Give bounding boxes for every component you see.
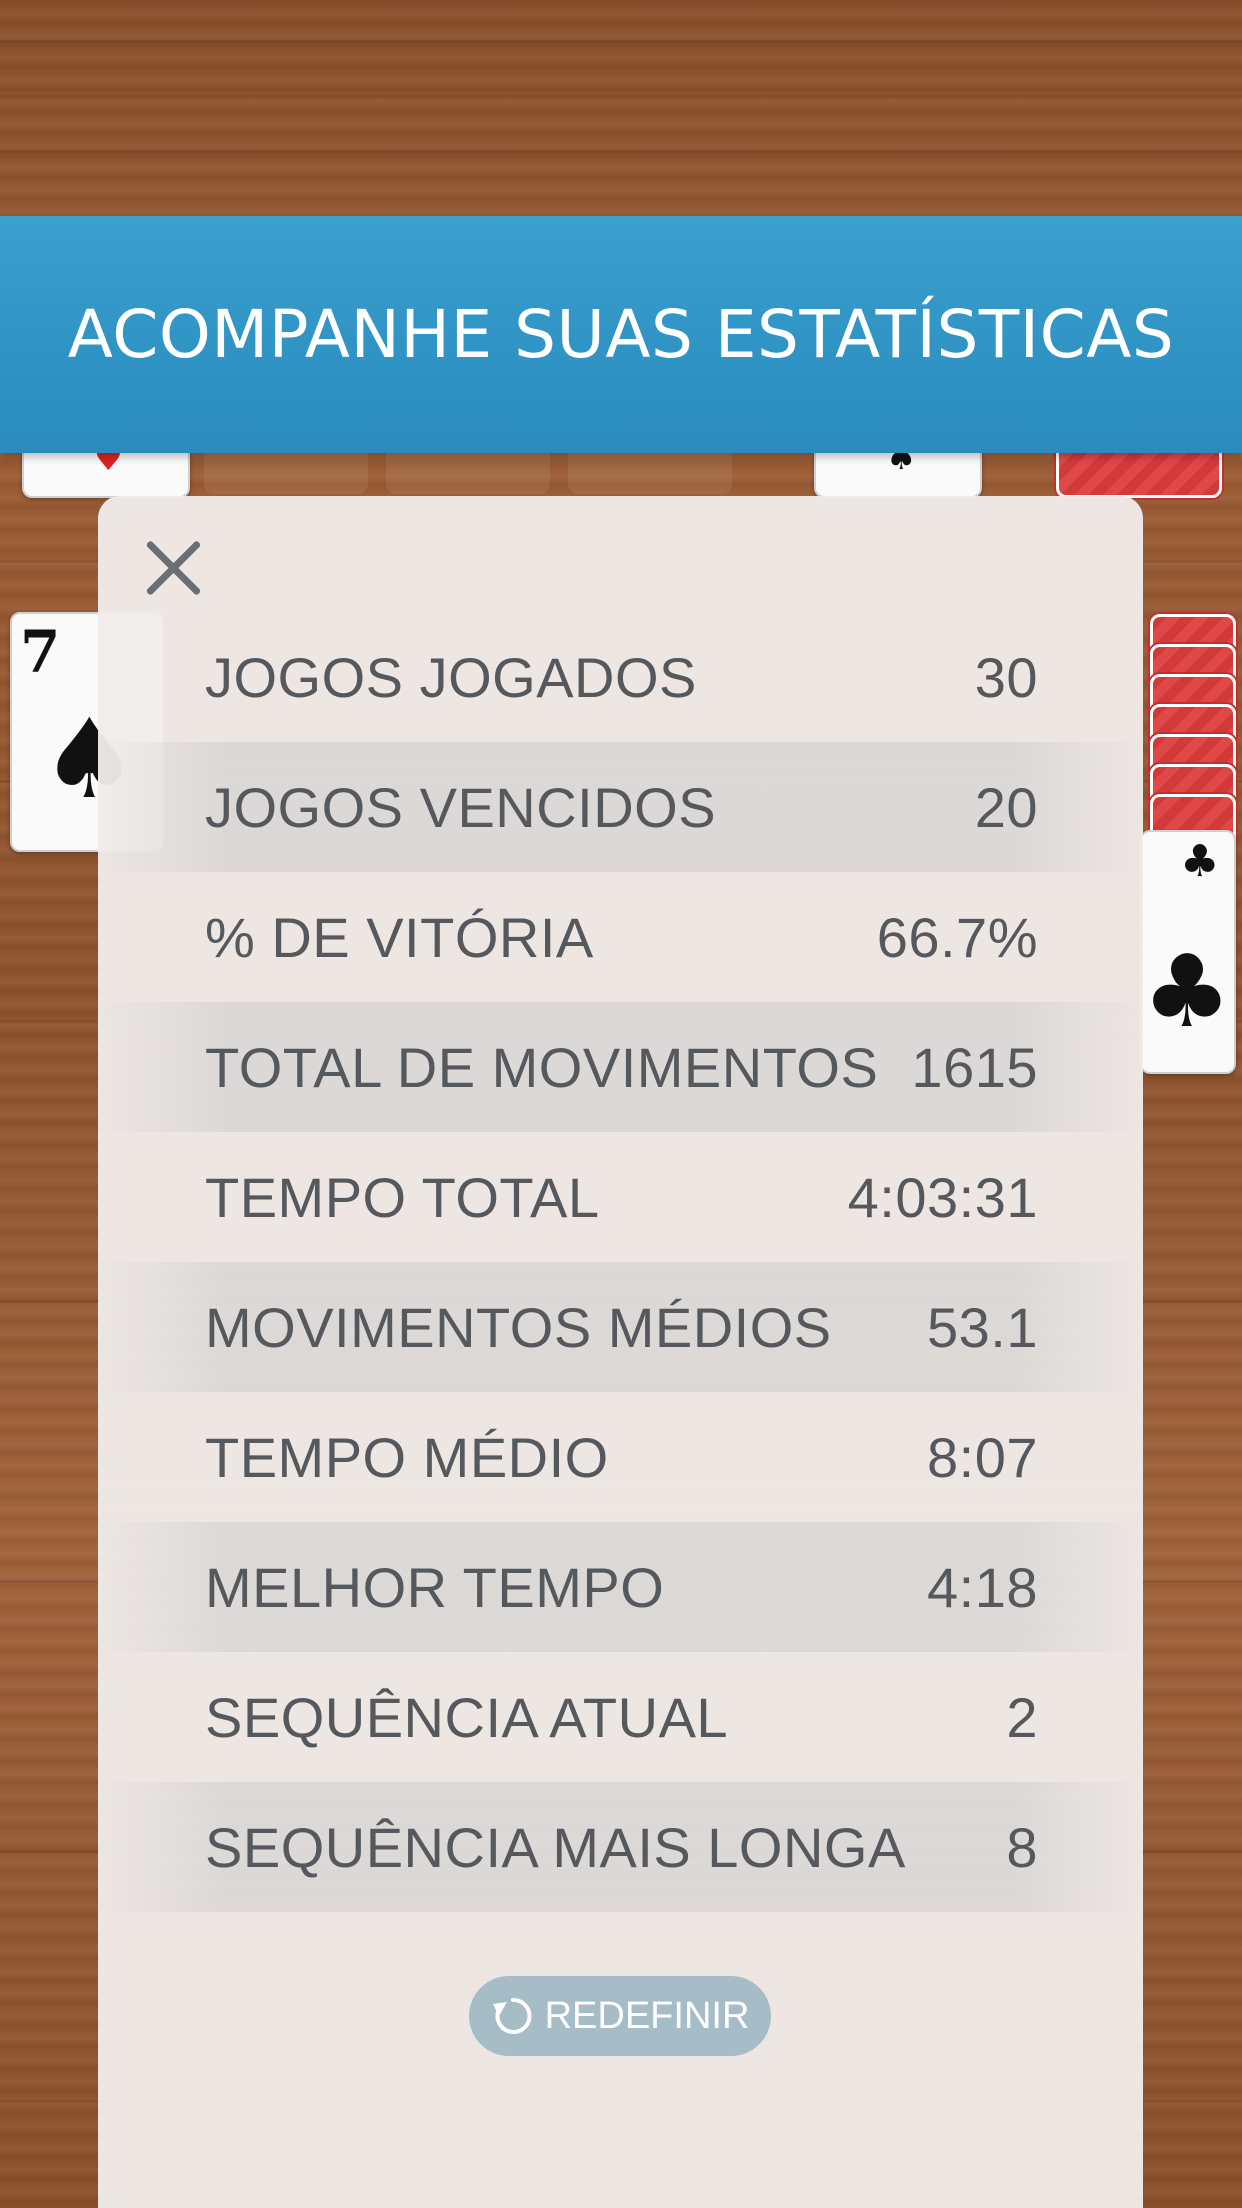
stats-list: JOGOS JOGADOS 30 JOGOS VENCIDOS 20 % DE … bbox=[98, 612, 1143, 1912]
stat-label: TEMPO TOTAL bbox=[205, 1165, 600, 1229]
stat-row-current-streak: SEQUÊNCIA ATUAL 2 bbox=[98, 1652, 1143, 1782]
stat-row-longest-streak: SEQUÊNCIA MAIS LONGA 8 bbox=[98, 1782, 1143, 1912]
stats-banner: ACOMPANHE SUAS ESTATÍSTICAS bbox=[0, 216, 1242, 453]
reset-button[interactable]: REDEFINIR bbox=[469, 1976, 771, 2056]
stat-label: TOTAL DE MOVIMENTOS bbox=[205, 1035, 879, 1099]
stat-row-win-percent: % DE VITÓRIA 66.7% bbox=[98, 872, 1143, 1002]
stat-label: SEQUÊNCIA ATUAL bbox=[205, 1685, 729, 1749]
stat-value: 1615 bbox=[911, 1035, 1038, 1099]
stat-label: % DE VITÓRIA bbox=[205, 905, 594, 969]
stat-value: 20 bbox=[974, 775, 1038, 839]
statistics-panel: JOGOS JOGADOS 30 JOGOS VENCIDOS 20 % DE … bbox=[98, 496, 1143, 2208]
stat-value: 53.1 bbox=[927, 1295, 1038, 1359]
stat-value: 66.7% bbox=[876, 905, 1038, 969]
stat-value: 8 bbox=[1006, 1815, 1038, 1879]
stat-value: 4:18 bbox=[927, 1555, 1038, 1619]
stat-row-games-played: JOGOS JOGADOS 30 bbox=[98, 612, 1143, 742]
stat-row-total-time: TEMPO TOTAL 4:03:31 bbox=[98, 1132, 1143, 1262]
stat-value: 8:07 bbox=[927, 1425, 1038, 1489]
club-icon: ♣ bbox=[1180, 836, 1220, 887]
stat-row-total-moves: TOTAL DE MOVIMENTOS 1615 bbox=[98, 1002, 1143, 1132]
stat-label: JOGOS VENCIDOS bbox=[205, 775, 717, 839]
stat-label: TEMPO MÉDIO bbox=[205, 1425, 609, 1489]
stat-row-average-time: TEMPO MÉDIO 8:07 bbox=[98, 1392, 1143, 1522]
stat-value: 2 bbox=[1006, 1685, 1038, 1749]
stat-label: SEQUÊNCIA MAIS LONGA bbox=[205, 1815, 906, 1879]
reset-icon bbox=[492, 1997, 532, 2034]
banner-title: ACOMPANHE SUAS ESTATÍSTICAS bbox=[67, 296, 1175, 373]
club-icon: ♣ bbox=[1142, 933, 1232, 1050]
stat-label: MELHOR TEMPO bbox=[205, 1555, 665, 1619]
close-icon[interactable] bbox=[140, 534, 206, 600]
stat-label: JOGOS JOGADOS bbox=[205, 645, 697, 709]
stat-row-best-time: MELHOR TEMPO 4:18 bbox=[98, 1522, 1143, 1652]
stat-label: MOVIMENTOS MÉDIOS bbox=[205, 1295, 832, 1359]
stat-value: 30 bbox=[974, 645, 1038, 709]
card-rank: 7 bbox=[20, 618, 61, 686]
tableau-card-clubs[interactable]: ♣ ♣ bbox=[1140, 830, 1236, 1074]
stat-value: 4:03:31 bbox=[847, 1165, 1038, 1229]
reset-label: REDEFINIR bbox=[544, 1994, 750, 2037]
stat-row-games-won: JOGOS VENCIDOS 20 bbox=[98, 742, 1143, 872]
stat-row-average-moves: MOVIMENTOS MÉDIOS 53.1 bbox=[98, 1262, 1143, 1392]
